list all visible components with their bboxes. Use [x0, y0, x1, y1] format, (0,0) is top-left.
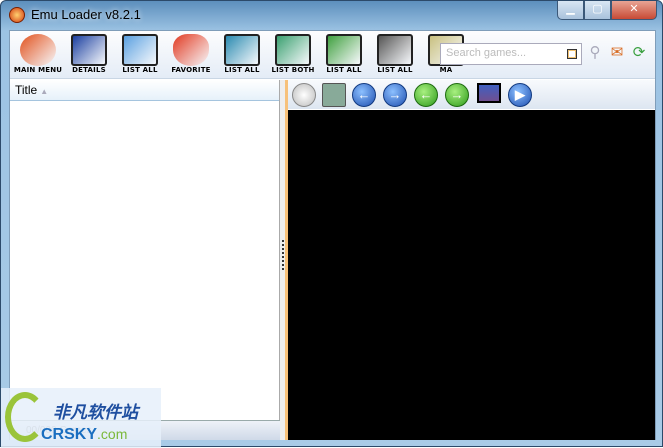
- main-toolbar: MA LIST ALL LIST ALL LIST BOTH LIST ALL FAVOR…: [10, 31, 655, 79]
- monitor-icon[interactable]: [477, 83, 501, 103]
- game-list[interactable]: Title▲ 00/000 Games: [10, 80, 280, 440]
- next-green-icon[interactable]: →: [445, 83, 469, 107]
- toolbar-button-label: LIST ALL: [326, 66, 362, 74]
- client-area: MA LIST ALL LIST ALL LIST BOTH LIST ALL FAVOR…: [9, 30, 656, 440]
- toolbar-button-label: LIST ALL: [122, 66, 158, 74]
- details-list-icon: [71, 34, 107, 66]
- spiral-icon: [20, 34, 56, 66]
- mail-icon[interactable]: ✉: [608, 44, 626, 62]
- prev-green-icon[interactable]: ←: [414, 83, 438, 107]
- splitter-handle[interactable]: [280, 80, 288, 440]
- toolbar-button-label: LIST ALL: [377, 66, 413, 74]
- toolbar-button-4[interactable]: LIST ALL: [216, 33, 268, 77]
- arcade-screen-icon: [224, 34, 260, 66]
- toolbar-button-6[interactable]: LIST ALL: [318, 33, 370, 77]
- mame-icon: [122, 34, 158, 66]
- toolbar-button-7[interactable]: LIST ALL: [369, 33, 421, 77]
- toolbar-button-label: DETAILS: [72, 66, 106, 74]
- watermark-logo: 非凡软件站 CRSKY.com: [1, 388, 161, 448]
- toolbar-button-0[interactable]: MAIN MENU: [12, 33, 64, 77]
- toolbar-button-label: MA: [439, 66, 453, 74]
- toolbar-button-2[interactable]: LIST ALL: [114, 33, 166, 77]
- sort-asc-icon: ▲: [40, 87, 49, 96]
- window-title: Emu Loader v8.2.1: [31, 7, 141, 22]
- toolbar-button-label: LIST BOTH: [271, 66, 315, 74]
- console-button-icon: [326, 34, 362, 66]
- toolbar-button-label: MAIN MENU: [13, 66, 63, 74]
- next-blue-icon[interactable]: →: [383, 83, 407, 107]
- prev-blue-icon[interactable]: ←: [352, 83, 376, 107]
- preview-screen: [288, 110, 655, 440]
- character-icon: [275, 34, 311, 66]
- title-bar: Emu Loader v8.2.1 ▁ ▢ ✕: [1, 1, 663, 29]
- maximize-button[interactable]: ▢: [584, 1, 611, 20]
- preview-toolbar: ← → ← → ▶: [288, 80, 655, 109]
- stopwatch-icon[interactable]: [292, 83, 316, 107]
- refresh-icon[interactable]: ⟳: [630, 44, 648, 62]
- column-title-label: Title: [15, 83, 38, 97]
- toolbar-button-5[interactable]: LIST BOTH: [267, 33, 319, 77]
- column-header-title[interactable]: Title ▲: [10, 80, 279, 101]
- toolbar-button-label: LIST ALL: [224, 66, 260, 74]
- cartridge-icon: [377, 34, 413, 66]
- play-icon[interactable]: ▶: [508, 83, 532, 107]
- heart-icon: [173, 34, 209, 66]
- minimize-button[interactable]: ▁: [557, 1, 584, 20]
- search-icon[interactable]: ⚲: [586, 44, 604, 62]
- toolbar-button-1[interactable]: DETAILS: [63, 33, 115, 77]
- search-placeholder: Search games...: [446, 47, 527, 59]
- close-button[interactable]: ✕: [611, 1, 657, 20]
- toolbar-button-3[interactable]: FAVORITE: [165, 33, 217, 77]
- app-window: Emu Loader v8.2.1 ▁ ▢ ✕ MA LIST ALL LIST A…: [0, 0, 663, 448]
- app-icon: [9, 7, 25, 23]
- snapshots-icon[interactable]: [322, 83, 346, 107]
- search-input[interactable]: Search games...: [440, 43, 582, 65]
- toolbar-button-label: FAVORITE: [171, 66, 211, 74]
- search-clear-checkbox[interactable]: [567, 49, 577, 59]
